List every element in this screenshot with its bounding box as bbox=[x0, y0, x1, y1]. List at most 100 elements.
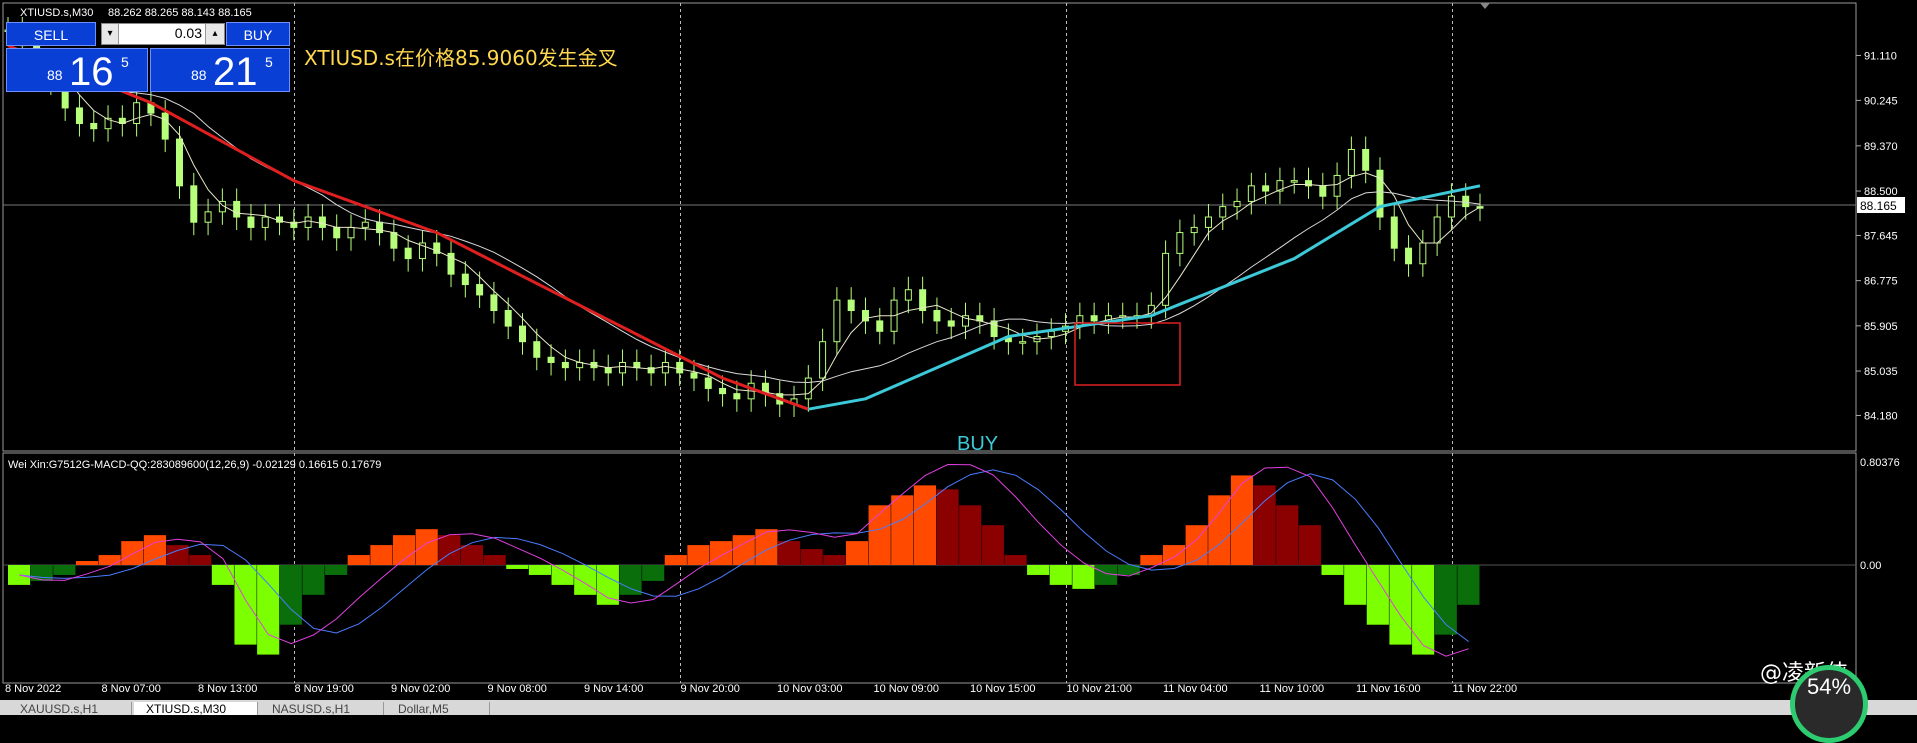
price-label: 84.180 bbox=[1864, 410, 1898, 422]
macd-bar bbox=[257, 565, 280, 655]
candle-body bbox=[1362, 148, 1370, 171]
time-label: 9 Nov 14:00 bbox=[584, 683, 643, 695]
lot-size-input[interactable]: ▾ 0.03 ▴ bbox=[101, 23, 225, 45]
macd-bar bbox=[121, 541, 144, 565]
macd-bar bbox=[981, 525, 1004, 565]
price-axis: 91.110 90.245 89.370 88.500 87.645 86.775 85.9… bbox=[1856, 50, 1898, 422]
time-label: 9 Nov 08:00 bbox=[488, 683, 547, 695]
macd-bar bbox=[619, 565, 642, 595]
trading-chart[interactable]: BUY 91.110 90.245 89.370 88.500 87.645 86.775… bbox=[0, 0, 1917, 715]
buy-price[interactable]: 88 21 5 bbox=[150, 48, 290, 94]
macd-bar bbox=[687, 545, 710, 565]
candle-body bbox=[733, 393, 741, 400]
macd-bar bbox=[325, 565, 348, 575]
tab-2[interactable]: NASUSD.s,H1 bbox=[260, 702, 384, 716]
chart-ohlc: 88.262 88.265 88.143 88.165 bbox=[108, 7, 252, 19]
candle-body bbox=[1176, 232, 1184, 254]
candle-body bbox=[204, 211, 212, 223]
tab-1[interactable]: XTIUSD.s,M30 bbox=[134, 702, 258, 716]
signal-annotation: XTIUSD.s在价格85.9060发生金叉 bbox=[304, 46, 618, 70]
candle-body bbox=[1390, 216, 1398, 249]
macd-bar bbox=[189, 555, 212, 565]
candle-body bbox=[390, 232, 398, 249]
macd-bar bbox=[664, 555, 687, 565]
macd-bar bbox=[98, 555, 121, 565]
macd-bar bbox=[845, 541, 869, 565]
macd-bar bbox=[1208, 495, 1231, 565]
macd-bar bbox=[347, 555, 370, 565]
macd-bar bbox=[777, 541, 801, 565]
buy-price-prefix: 88 bbox=[191, 67, 207, 83]
sell-price[interactable]: 88 16 5 bbox=[6, 48, 148, 94]
macd-bar bbox=[460, 545, 484, 565]
time-axis: 8 Nov 2022 8 Nov 07:00 8 Nov 13:00 8 Nov 19… bbox=[5, 683, 1517, 695]
lot-increase-icon[interactable]: ▴ bbox=[205, 24, 224, 44]
lot-size-value: 0.03 bbox=[174, 25, 202, 41]
candle-body bbox=[304, 216, 312, 228]
candle-body bbox=[490, 294, 498, 312]
lot-dropdown-icon[interactable]: ▾ bbox=[102, 24, 119, 44]
macd-bar bbox=[1027, 565, 1050, 575]
candle-body bbox=[1290, 180, 1298, 183]
macd-bar bbox=[75, 561, 99, 565]
macd-bar bbox=[1321, 565, 1344, 575]
macd-bar bbox=[528, 565, 552, 575]
one-click-trading-panel: SELL ▾ 0.03 ▴ BUY 88 16 5 88 21 5 bbox=[6, 22, 290, 94]
candle-body bbox=[704, 377, 712, 389]
candle-body bbox=[804, 377, 812, 400]
progress-gauge-value: 54% bbox=[1806, 674, 1852, 699]
macd-bar bbox=[1162, 545, 1186, 565]
candle-body bbox=[1247, 185, 1255, 202]
candle-body bbox=[1204, 216, 1212, 228]
chart-title: XTIUSD.s,M30 bbox=[20, 7, 93, 19]
candle-body bbox=[876, 320, 884, 332]
tab-3[interactable]: Dollar,M5 bbox=[386, 702, 490, 716]
time-label: 8 Nov 07:00 bbox=[102, 683, 161, 695]
time-label: 10 Nov 21:00 bbox=[1067, 683, 1132, 695]
time-label: 10 Nov 15:00 bbox=[970, 683, 1035, 695]
buy-marker: BUY bbox=[957, 433, 998, 455]
tab-0[interactable]: XAUUSD.s,H1 bbox=[8, 702, 132, 716]
candle-body bbox=[1462, 195, 1470, 208]
candle-body bbox=[604, 367, 612, 374]
time-label: 8 Nov 2022 bbox=[5, 683, 61, 695]
macd-bar bbox=[1004, 555, 1027, 565]
macd-bar bbox=[1366, 565, 1389, 625]
price-label: 86.775 bbox=[1864, 276, 1898, 288]
candle-body bbox=[1419, 242, 1427, 265]
macd-bar bbox=[1389, 565, 1412, 645]
buy-button[interactable]: BUY bbox=[226, 22, 290, 46]
macd-bar bbox=[483, 555, 506, 565]
candle-body bbox=[233, 200, 241, 218]
time-label: 9 Nov 02:00 bbox=[391, 683, 450, 695]
candle-body bbox=[376, 221, 384, 234]
candle-body bbox=[175, 138, 183, 187]
time-label: 11 Nov 10:00 bbox=[1260, 683, 1325, 695]
price-label: 85.035 bbox=[1864, 366, 1898, 378]
candle-body bbox=[476, 284, 484, 296]
candle-body bbox=[633, 361, 641, 369]
candle-body bbox=[404, 247, 412, 260]
time-label: 11 Nov 22:00 bbox=[1453, 683, 1518, 695]
candle-body bbox=[533, 341, 541, 358]
current-price-label: 88.165 bbox=[1860, 199, 1897, 213]
candle-body bbox=[261, 216, 269, 228]
candle-body bbox=[1405, 247, 1413, 265]
candle-body bbox=[518, 325, 526, 343]
price-label: 87.645 bbox=[1864, 230, 1898, 242]
candle-body bbox=[1319, 185, 1327, 197]
macd-bar bbox=[53, 565, 76, 575]
candle-body bbox=[690, 372, 698, 379]
candle-body bbox=[190, 185, 198, 223]
macd-bar bbox=[642, 565, 665, 581]
sell-price-big: 16 bbox=[69, 50, 114, 94]
macd-bar bbox=[8, 565, 31, 585]
candle-body bbox=[933, 310, 941, 322]
macd-bar bbox=[392, 535, 416, 565]
macd-bar bbox=[913, 485, 936, 565]
macd-bar bbox=[891, 495, 914, 565]
sell-button[interactable]: SELL bbox=[6, 22, 96, 46]
macd-bar bbox=[823, 555, 846, 565]
chart-tabs: XAUUSD.s,H1 XTIUSD.s,M30 NASUSD.s,H1 Dol… bbox=[0, 700, 1917, 716]
candle-body bbox=[247, 216, 255, 228]
